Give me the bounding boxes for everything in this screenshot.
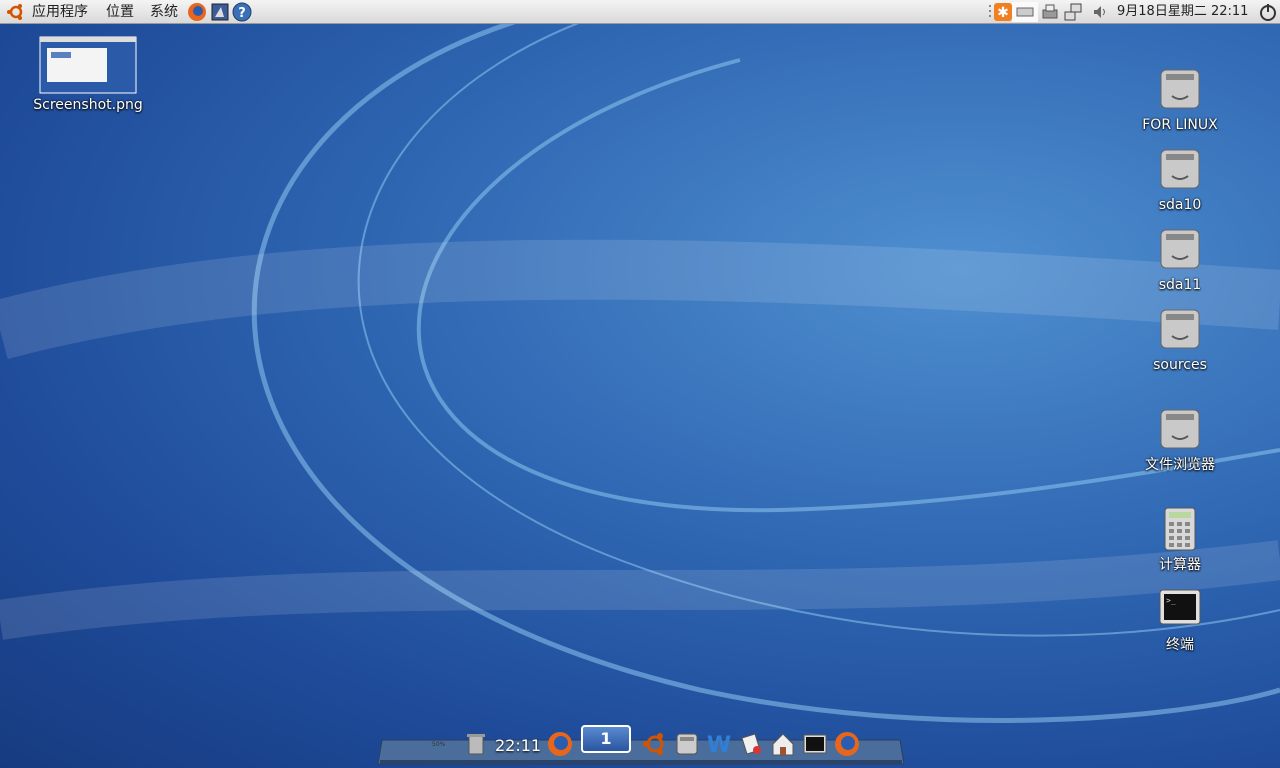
dock-percent: 50% [432, 741, 446, 748]
dock-clock[interactable]: 22:11 [495, 736, 541, 755]
notes-icon[interactable] [737, 730, 765, 758]
places-menu[interactable]: 位置 [106, 3, 134, 21]
desktop-icon-label: sda11 [1158, 277, 1202, 293]
writer-icon[interactable]: W [705, 730, 733, 758]
desktop-icon-label: Screenshot.png [33, 97, 143, 113]
svg-text:?: ? [238, 6, 246, 21]
desktop-icon-for-linux[interactable]: FOR LINUX [1125, 66, 1235, 134]
image-editor-launcher-icon[interactable] [210, 2, 230, 22]
desktop-icon-label: 计算器 [1159, 557, 1201, 573]
image-thumbnail-icon [39, 36, 137, 94]
system-menu[interactable]: 系统 [150, 3, 178, 21]
wallpaper [0, 14, 1280, 723]
svg-text:>_: >_ [1166, 596, 1176, 605]
applications-menu[interactable]: 应用程序 [32, 3, 88, 21]
firefox-icon[interactable] [833, 730, 861, 758]
power-icon[interactable] [1258, 2, 1278, 22]
panel-clock[interactable]: 9月18日星期二 22:11 [1117, 3, 1248, 21]
terminal-icon: >_ [1159, 589, 1201, 625]
ubuntu-logo-icon[interactable] [6, 2, 26, 22]
volume-icon[interactable] [1090, 2, 1110, 22]
ubuntu-icon[interactable] [641, 730, 669, 758]
desktop-icon-calculator[interactable]: 计算器 [1125, 506, 1235, 574]
svg-text:✱: ✱ [997, 5, 1009, 21]
desktop-icon-label: FOR LINUX [1142, 117, 1218, 133]
drive-icon [1160, 149, 1200, 189]
firefox-launcher-icon[interactable] [187, 2, 207, 22]
desktop-icon-terminal[interactable]: >_ 终端 [1125, 586, 1235, 654]
drive-icon [1160, 309, 1200, 349]
drive-icon[interactable] [673, 730, 701, 758]
desktop-icon-sda11[interactable]: sda11 [1125, 226, 1235, 294]
drive-icon [1160, 69, 1200, 109]
desktop-icon-label: 终端 [1166, 637, 1194, 653]
workspace-switcher[interactable]: 1 [581, 725, 631, 753]
drive-icon [1160, 409, 1200, 449]
svg-text:W: W [707, 733, 731, 758]
desktop-icon-label: sda10 [1158, 197, 1202, 213]
home-icon[interactable] [769, 730, 797, 758]
desktop-icon-label: 文件浏览器 [1145, 457, 1215, 473]
update-notifier-icon[interactable]: ✱ [993, 2, 1013, 22]
calculator-icon [1164, 507, 1196, 551]
help-icon[interactable]: ? [232, 2, 252, 22]
desktop-icon-screenshot[interactable]: Screenshot.png [33, 36, 143, 114]
top-panel: 应用程序 位置 系统 ? ✱ 9月18日星期二 22:11 [0, 0, 1280, 24]
desktop-icon-file-browser[interactable]: 文件浏览器 [1125, 406, 1235, 474]
terminal-icon[interactable] [801, 730, 829, 758]
network-icon[interactable] [1063, 2, 1083, 22]
printer-icon[interactable] [1040, 2, 1060, 22]
trash-icon[interactable] [462, 730, 490, 758]
keyboard-layout-icon[interactable] [1012, 2, 1038, 22]
drive-icon [1160, 229, 1200, 269]
desktop-icon-sources[interactable]: sources [1125, 306, 1235, 374]
firefox-icon[interactable] [546, 730, 574, 758]
desktop-icon-label: sources [1153, 357, 1207, 373]
desktop-icon-sda10[interactable]: sda10 [1125, 146, 1235, 214]
